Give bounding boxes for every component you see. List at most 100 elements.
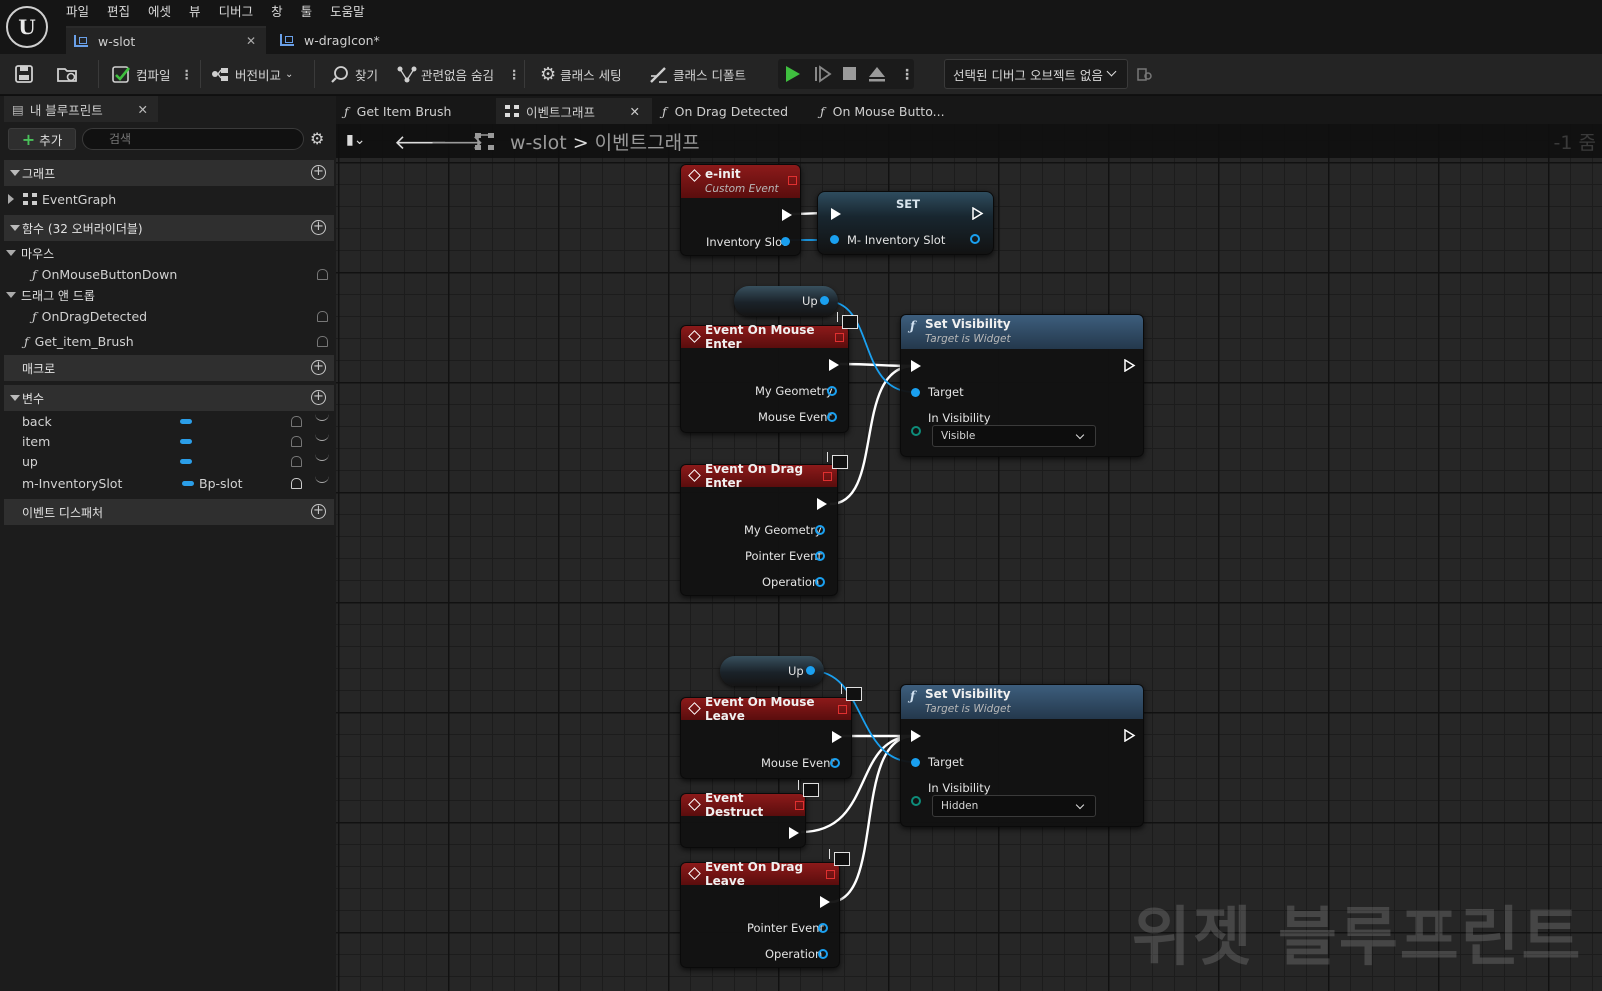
object-out-pin[interactable] [818,949,828,959]
add-dispatcher-icon[interactable]: + [311,504,326,519]
search-input[interactable] [82,128,304,150]
variable-back[interactable]: back [22,411,52,431]
debug-find-button[interactable] [1136,54,1154,94]
target-in-pin[interactable] [911,388,920,397]
close-icon[interactable]: ✕ [630,104,640,119]
exec-out-pin[interactable] [820,896,830,908]
node-event-on-mouse-enter[interactable]: Event On Mouse Enter My Geometry Mouse E… [680,323,849,433]
tab-event-graph[interactable]: 이벤트그래프 ✕ [496,98,652,124]
menu-tools[interactable]: 툴 [301,2,323,22]
delegate-pin-icon[interactable] [823,472,832,481]
add-macro-icon[interactable]: + [311,360,326,375]
object-in-pin[interactable] [830,235,839,244]
object-out-pin[interactable] [820,296,829,305]
delegate-pin-icon[interactable] [795,801,804,810]
exec-out-pin[interactable] [1124,729,1136,742]
graph-canvas[interactable]: ▮⌄ 🡐 🡒 w-slot > 이벤트그래프 -1 줌 위젯 블루프린트 e-i… [336,124,1602,991]
close-icon[interactable]: ✕ [246,34,256,48]
section-functions[interactable]: 함수 (32 오버라이더블) + [4,215,334,241]
function-ondragdetected[interactable]: ƒ OnDragDetected [32,306,147,326]
node-event-on-mouse-leave[interactable]: Event On Mouse Leave Mouse Event [680,695,852,779]
delegate-pin-icon[interactable] [835,333,844,342]
category-mouse[interactable]: 마우스 [6,243,54,263]
hide-unrelated-button[interactable]: 관련없음 숨김 ⋮ [396,54,520,94]
add-graph-icon[interactable]: + [311,165,326,180]
settings-gear-icon[interactable]: ⚙ [310,130,328,148]
compile-options-icon[interactable]: ⋮ [181,67,193,82]
exec-out-pin[interactable] [972,207,984,220]
category-drag-drop[interactable]: 드래그 앤 드롭 [6,285,95,305]
menu-window[interactable]: 창 [271,2,293,22]
exec-out-pin[interactable] [789,827,799,839]
exec-out-pin[interactable] [832,731,842,743]
tab-on-mouse-button[interactable]: ƒ On Mouse Butto... [812,98,972,124]
menu-debug[interactable]: 디버그 [219,2,264,22]
delegate-pin-icon[interactable] [788,176,797,185]
class-settings-button[interactable]: ⚙ 클래스 세팅 [540,54,622,94]
section-variables[interactable]: 변수 + [4,385,334,411]
struct-out-pin[interactable] [818,923,828,933]
add-button[interactable]: + 추가 [8,128,76,150]
breadcrumb-root[interactable]: w-slot [510,132,567,154]
exec-in-pin[interactable] [911,360,921,372]
bookmark-icon[interactable]: ▮⌄ [346,132,365,148]
unreal-logo-icon[interactable]: U [6,6,48,48]
menu-asset[interactable]: 에셋 [148,2,181,22]
visibility-dropdown[interactable]: Hidden [932,795,1096,817]
eye-closed-icon[interactable] [315,414,329,421]
node-set-visibility-hidden[interactable]: ƒ Set Visibility Target is Widget Target … [900,684,1144,827]
object-out-pin[interactable] [806,666,815,675]
object-out-pin[interactable] [970,234,980,244]
function-onmousebuttondown[interactable]: ƒ OnMouseButtonDown [32,264,177,284]
node-event-on-drag-enter[interactable]: Event On Drag Enter My Geometry Pointer … [680,462,838,596]
exec-out-pin[interactable] [829,359,839,371]
my-blueprint-tab[interactable]: ▤ 내 블루프린트 ✕ [4,96,158,122]
menu-file[interactable]: 파일 [66,2,99,22]
doc-tab-w-slot[interactable]: w-slot ✕ [66,26,266,54]
exec-out-pin[interactable] [1124,359,1136,372]
enum-in-pin[interactable] [911,796,921,806]
menu-help[interactable]: 도움말 [330,2,375,22]
delegate-pin-icon[interactable] [826,870,835,879]
enum-in-pin[interactable] [911,426,921,436]
diff-button[interactable]: 버전비교 ⌄ [210,54,293,94]
exec-in-pin[interactable] [911,730,921,742]
variable-item[interactable]: item [22,431,50,451]
eye-closed-icon[interactable] [315,476,329,483]
save-button[interactable] [14,54,34,94]
section-graphs[interactable]: 그래프 + [4,160,334,186]
section-event-dispatchers[interactable]: 이벤트 디스패처 + [4,499,334,525]
exec-in-pin[interactable] [831,208,841,220]
browse-button[interactable] [56,54,80,94]
variable-up[interactable]: up [22,451,38,471]
tree-item-eventgraph[interactable]: EventGraph [8,189,116,209]
node-set-visibility-visible[interactable]: ƒ Set Visibility Target is Widget Target … [900,314,1144,457]
section-macros[interactable]: 매크로 + [4,355,334,381]
struct-out-pin[interactable] [815,525,825,535]
doc-tab-w-dragicon[interactable]: w-dragIcon* [278,26,438,54]
add-variable-icon[interactable]: + [311,390,326,405]
function-get-item-brush[interactable]: ƒ Get_item_Brush [24,331,134,351]
node-event-destruct[interactable]: Event Destruct [680,791,806,848]
visibility-dropdown[interactable]: Visible [932,425,1096,447]
eye-closed-icon[interactable] [315,454,329,461]
node-set[interactable]: SET M- Inventory Slot [817,191,994,255]
exec-out-pin[interactable] [782,209,792,221]
delegate-pin-icon[interactable] [838,705,847,714]
find-button[interactable]: 찾기 [330,54,378,94]
node-event-on-drag-leave[interactable]: Event On Drag Leave Pointer Event Operat… [680,860,840,968]
tab-on-drag-detected[interactable]: ƒ On Drag Detected [654,98,808,124]
menu-edit[interactable]: 편집 [107,2,140,22]
object-out-pin[interactable] [781,237,790,246]
object-out-pin[interactable] [815,577,825,587]
struct-out-pin[interactable] [815,551,825,561]
target-in-pin[interactable] [911,758,920,767]
hide-unrelated-options-icon[interactable]: ⋮ [508,67,520,82]
node-get-up[interactable]: Up [720,656,824,686]
struct-out-pin[interactable] [827,386,837,396]
compile-button[interactable]: 컴파일 ⋮ [110,54,193,94]
struct-out-pin[interactable] [830,758,840,768]
add-function-icon[interactable]: + [311,220,326,235]
variable-type[interactable]: Bp-slot [199,473,243,493]
struct-out-pin[interactable] [827,412,837,422]
